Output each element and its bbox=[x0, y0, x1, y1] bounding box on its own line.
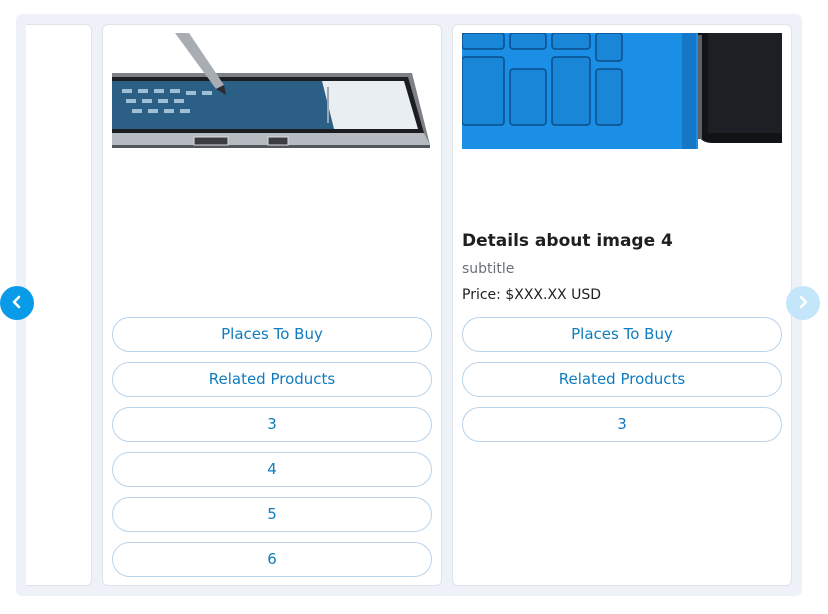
product-carousel: Places To Buy Related Products 3 4 5 6 D… bbox=[16, 14, 802, 596]
product-card[interactable]: Places To Buy Related Products 3 4 5 6 bbox=[102, 24, 442, 586]
carousel-prev-button[interactable] bbox=[0, 286, 34, 320]
card-actions: Places To Buy Related Products 3 4 5 6 bbox=[112, 317, 432, 585]
chevron-left-icon bbox=[10, 294, 24, 313]
carousel-viewport: Places To Buy Related Products 3 4 5 6 D… bbox=[26, 24, 792, 586]
option-4-button[interactable]: 4 bbox=[112, 452, 432, 487]
option-6-button[interactable]: 6 bbox=[112, 542, 432, 577]
card-title: Details about image 4 bbox=[462, 231, 673, 251]
related-products-button[interactable]: Related Products bbox=[112, 362, 432, 397]
carousel-card-partial[interactable] bbox=[26, 24, 92, 586]
places-to-buy-button[interactable]: Places To Buy bbox=[462, 317, 782, 352]
carousel-next-button[interactable] bbox=[786, 286, 820, 320]
card-actions: Places To Buy Related Products 3 bbox=[462, 317, 782, 452]
keyboard-cover-image bbox=[462, 33, 782, 151]
card-price: Price: $XXX.XX USD bbox=[462, 287, 601, 303]
product-card[interactable]: Details about image 4 subtitle Price: $X… bbox=[452, 24, 792, 586]
places-to-buy-button[interactable]: Places To Buy bbox=[112, 317, 432, 352]
related-products-button[interactable]: Related Products bbox=[462, 362, 782, 397]
option-5-button[interactable]: 5 bbox=[112, 497, 432, 532]
card-subtitle: subtitle bbox=[462, 261, 515, 277]
tablet-pen-image bbox=[112, 33, 432, 151]
option-3-button[interactable]: 3 bbox=[112, 407, 432, 442]
option-3-button[interactable]: 3 bbox=[462, 407, 782, 442]
tablet-cover-image bbox=[26, 33, 91, 151]
chevron-right-icon bbox=[796, 294, 810, 313]
